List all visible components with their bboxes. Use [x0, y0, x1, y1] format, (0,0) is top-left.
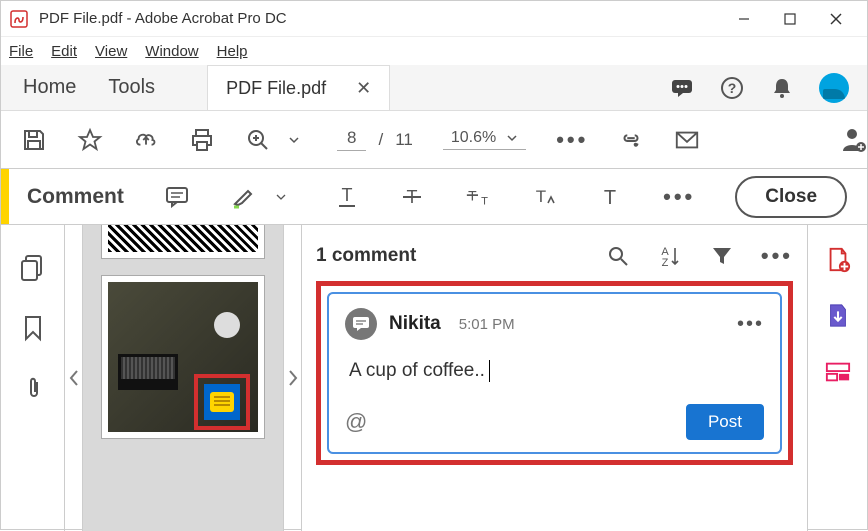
- zoom-dropdown-icon[interactable]: [281, 127, 307, 153]
- close-window-button[interactable]: [813, 1, 859, 37]
- tab-home[interactable]: Home: [23, 76, 76, 99]
- page-thumbnails-icon[interactable]: [20, 255, 46, 281]
- more-comment-tools-icon[interactable]: •••: [663, 184, 695, 210]
- minimize-button[interactable]: [721, 1, 767, 37]
- page-thumbnail[interactable]: [101, 275, 265, 439]
- comment-title: Comment: [27, 185, 124, 209]
- post-button[interactable]: Post: [686, 404, 764, 440]
- export-pdf-tool-icon[interactable]: [825, 303, 851, 329]
- create-pdf-tool-icon[interactable]: [825, 247, 851, 273]
- page-separator: /: [378, 130, 383, 150]
- svg-text:?: ?: [728, 80, 737, 96]
- cloud-upload-icon[interactable]: [133, 127, 159, 153]
- page-thumbnail[interactable]: [101, 225, 265, 259]
- thumbnail-strip[interactable]: [83, 225, 283, 531]
- thumb-next-button[interactable]: [283, 225, 301, 531]
- email-icon[interactable]: [674, 127, 700, 153]
- tab-bar: Home Tools PDF File.pdf ✕ ?: [1, 65, 867, 111]
- comment-time: 5:01 PM: [459, 316, 515, 333]
- comment-count: 1 comment: [316, 245, 605, 267]
- more-tools-icon[interactable]: •••: [556, 127, 588, 153]
- print-icon[interactable]: [189, 127, 215, 153]
- tab-file-label: PDF File.pdf: [226, 78, 326, 99]
- svg-text:Z: Z: [662, 257, 669, 268]
- page-current-input[interactable]: 8: [337, 128, 366, 151]
- thumb-prev-button[interactable]: [65, 225, 83, 531]
- comment-more-icon[interactable]: •••: [737, 313, 764, 336]
- comment-marker[interactable]: [194, 374, 250, 430]
- tab-tools[interactable]: Tools: [108, 76, 155, 99]
- zoom-icon[interactable]: [245, 127, 271, 153]
- highlighted-comment-wrap: Nikita 5:01 PM ••• A cup of coffee.. @ P…: [316, 281, 793, 465]
- organize-pages-tool-icon[interactable]: [825, 359, 851, 385]
- add-text-icon[interactable]: T: [597, 184, 623, 210]
- close-button-label: Close: [765, 186, 817, 207]
- mention-button[interactable]: @: [345, 409, 367, 435]
- comment-text: A cup of coffee..: [349, 360, 485, 382]
- save-icon[interactable]: [21, 127, 47, 153]
- svg-text:T: T: [481, 195, 488, 207]
- sort-comments-icon[interactable]: AZ: [657, 243, 683, 269]
- zoom-value: 10.6%: [451, 129, 496, 147]
- notifications-chat-icon[interactable]: [669, 75, 695, 101]
- maximize-button[interactable]: [767, 1, 813, 37]
- comment-panel: 1 comment AZ ••• Nikita 5:01 PM ••• A cu…: [301, 225, 807, 531]
- filter-comments-icon[interactable]: [709, 243, 735, 269]
- insert-text-icon[interactable]: T: [531, 184, 557, 210]
- svg-text:T: T: [341, 185, 352, 205]
- comment-type-icon: [345, 308, 377, 340]
- tab-file[interactable]: PDF File.pdf ✕: [207, 65, 390, 110]
- strikethrough-text-icon[interactable]: T: [400, 184, 426, 210]
- chevron-down-icon: [506, 132, 518, 144]
- comment-card[interactable]: Nikita 5:01 PM ••• A cup of coffee.. @ P…: [327, 292, 782, 454]
- comment-toolbar: Comment T T TT T T ••• Close: [1, 169, 867, 225]
- svg-text:T: T: [604, 187, 616, 209]
- title-bar: PDF File.pdf - Adobe Acrobat Pro DC: [1, 1, 867, 37]
- sticky-note-marker-icon: [210, 392, 234, 412]
- menu-window[interactable]: Window: [145, 43, 198, 60]
- link-share-icon[interactable]: [618, 127, 644, 153]
- menu-view[interactable]: View: [95, 43, 127, 60]
- content-area: 1 comment AZ ••• Nikita 5:01 PM ••• A cu…: [1, 225, 867, 531]
- add-user-icon[interactable]: [841, 127, 867, 153]
- menu-help[interactable]: Help: [217, 43, 248, 60]
- search-comments-icon[interactable]: [605, 243, 631, 269]
- help-icon[interactable]: ?: [719, 75, 745, 101]
- user-avatar[interactable]: [819, 73, 849, 103]
- svg-text:T: T: [536, 187, 546, 206]
- replace-text-icon[interactable]: TT: [465, 184, 491, 210]
- zoom-select[interactable]: 10.6%: [443, 129, 526, 150]
- comment-panel-more-icon[interactable]: •••: [761, 243, 793, 269]
- main-toolbar: 8 / 11 10.6% •••: [1, 111, 867, 169]
- highlighter-icon[interactable]: [230, 184, 256, 210]
- highlighter-dropdown-icon[interactable]: [268, 184, 294, 210]
- star-icon[interactable]: [77, 127, 103, 153]
- underline-text-icon[interactable]: T: [334, 184, 360, 210]
- menu-edit[interactable]: Edit: [51, 43, 77, 60]
- menu-file[interactable]: File: [9, 43, 33, 60]
- sticky-note-icon[interactable]: [164, 184, 190, 210]
- right-tools-rail: [807, 225, 867, 531]
- page-navigator: 8 / 11: [337, 128, 413, 151]
- left-rail: [1, 225, 65, 531]
- text-cursor: [489, 360, 490, 382]
- menu-bar: File Edit View Window Help: [1, 37, 867, 65]
- close-button[interactable]: Close: [735, 176, 847, 218]
- tab-close-icon[interactable]: ✕: [356, 78, 371, 99]
- window-title: PDF File.pdf - Adobe Acrobat Pro DC: [39, 10, 721, 27]
- page-total: 11: [395, 130, 413, 150]
- comment-input[interactable]: A cup of coffee..: [349, 360, 764, 382]
- acrobat-app-icon: [9, 9, 29, 29]
- post-button-label: Post: [708, 412, 742, 431]
- bell-icon[interactable]: [769, 75, 795, 101]
- comment-author: Nikita: [389, 313, 441, 335]
- attachment-icon[interactable]: [20, 375, 46, 401]
- bookmark-icon[interactable]: [20, 315, 46, 341]
- active-indicator: [1, 169, 9, 224]
